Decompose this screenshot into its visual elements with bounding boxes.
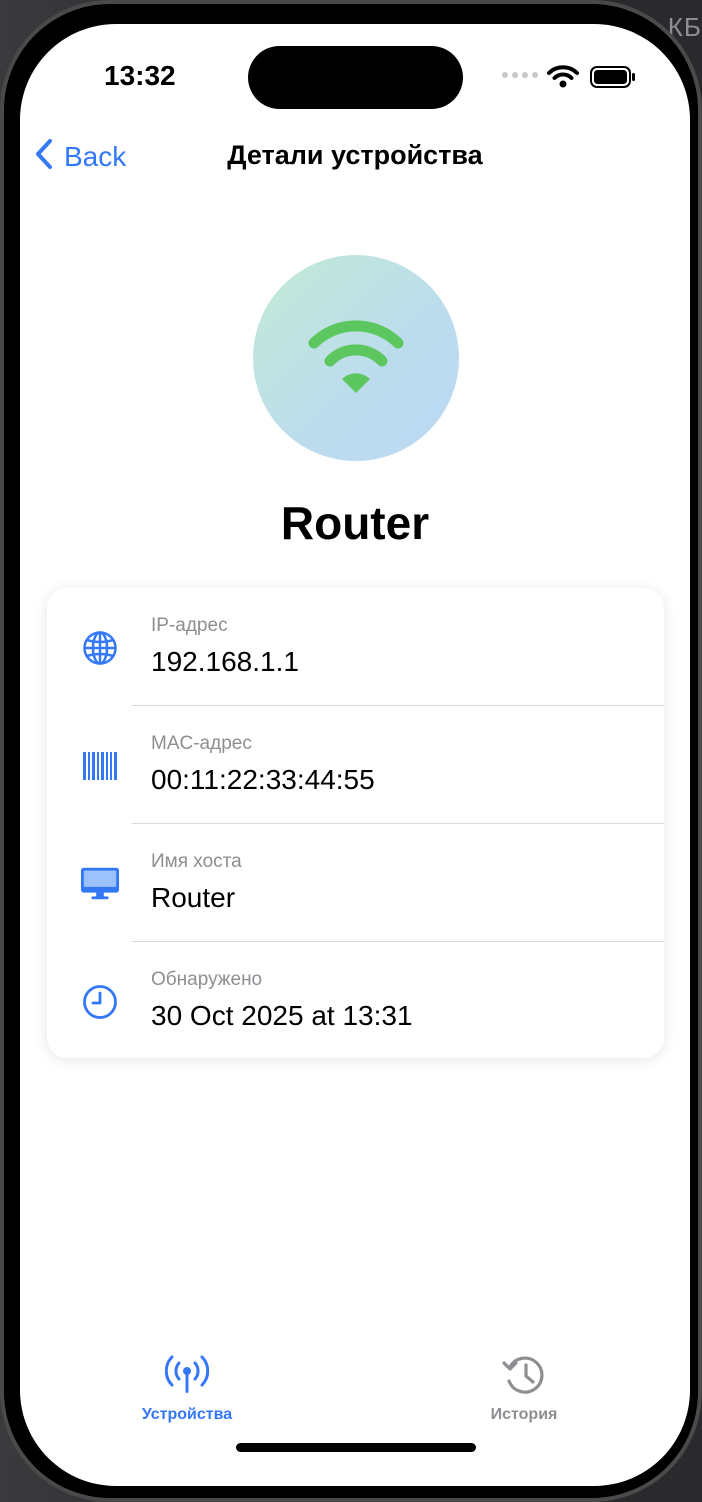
clock-icon bbox=[80, 982, 120, 1022]
detail-value: 30 Oct 2025 at 13:31 bbox=[151, 1000, 413, 1031]
tab-label: Устройства bbox=[141, 1406, 233, 1423]
tab-history[interactable]: История bbox=[424, 1352, 624, 1424]
tab-label: История bbox=[490, 1406, 558, 1423]
detail-label: Имя хоста bbox=[151, 851, 242, 872]
detail-row-discovered: Обнаружено 30 Oct 2025 at 13:31 bbox=[47, 942, 664, 1058]
detail-label: Обнаружено bbox=[151, 969, 263, 990]
detail-value: 00:11:22:33:44:55 bbox=[151, 764, 375, 795]
detail-label: MAC-адрес bbox=[151, 733, 252, 754]
device-details-card: IP-адрес 192.168.1.1 MAC-адрес 00:11:22:… bbox=[47, 588, 664, 1058]
status-wifi-icon bbox=[547, 64, 579, 93]
home-indicator[interactable] bbox=[236, 1443, 476, 1452]
barcode-icon bbox=[80, 746, 120, 786]
desktop-icon bbox=[80, 864, 120, 904]
detail-value: Router bbox=[151, 882, 236, 913]
tab-devices[interactable]: Устройства bbox=[87, 1352, 287, 1424]
detail-row-hostname: Имя хоста Router bbox=[47, 824, 664, 942]
device-avatar bbox=[253, 255, 459, 461]
status-time: 13:32 bbox=[104, 60, 176, 91]
wifi-icon bbox=[308, 320, 404, 393]
phone-frame: 13:32 Back Детали устройства Router IP-а… bbox=[0, 0, 702, 1502]
globe-icon bbox=[80, 628, 120, 668]
battery-icon bbox=[590, 66, 636, 93]
app-screen: 13:32 Back Детали устройства Router IP-а… bbox=[20, 24, 690, 1486]
detail-row-ip: IP-адрес 192.168.1.1 bbox=[47, 588, 664, 706]
cellular-signal-icon bbox=[502, 72, 538, 78]
dynamic-island bbox=[248, 46, 463, 109]
detail-row-mac: MAC-адрес 00:11:22:33:44:55 bbox=[47, 706, 664, 824]
history-icon bbox=[424, 1352, 624, 1398]
detail-label: IP-адрес bbox=[151, 615, 228, 636]
page-title: Детали устройства bbox=[227, 140, 483, 170]
device-name: Router bbox=[280, 497, 430, 549]
detail-value: 192.168.1.1 bbox=[151, 646, 299, 677]
antenna-icon bbox=[87, 1352, 287, 1398]
